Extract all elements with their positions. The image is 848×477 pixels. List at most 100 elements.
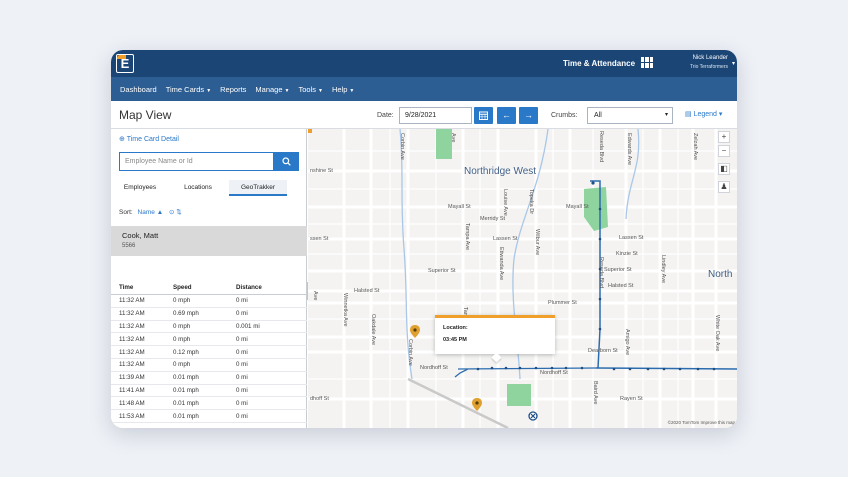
cell-distance: 0.001 mi <box>236 322 260 330</box>
map[interactable]: Northridge West North nshine St Mayall S… <box>308 129 737 428</box>
map-layers-button[interactable]: ◧ <box>718 163 730 175</box>
cell-distance: 0 mi <box>236 374 248 382</box>
sort-label: Sort: <box>119 209 133 216</box>
chevron-down-icon: ▼ <box>317 87 323 94</box>
nav-tools[interactable]: Tools ▼ <box>298 85 322 94</box>
date-field[interactable]: 9/28/2021 <box>399 107 472 124</box>
search-button[interactable] <box>274 152 299 171</box>
nav-time-cards[interactable]: Time Cards ▼ <box>166 85 211 94</box>
chevron-down-icon: ▼ <box>349 87 355 94</box>
layers-icon: ◧ <box>720 164 728 173</box>
map-street-label: Lassen St <box>493 236 518 242</box>
main-nav: Dashboard Time Cards ▼ Reports Manage ▼ To… <box>111 77 737 101</box>
table-row[interactable]: 11:32 AM 0.69 mph 0 mi <box>111 308 307 321</box>
nav-help[interactable]: Help ▼ <box>332 85 354 94</box>
table-row[interactable]: 11:32 AM 0.12 mph 0 mi <box>111 346 307 359</box>
column-time[interactable]: Time <box>111 284 173 291</box>
sort-order-icon[interactable]: ⇅ <box>176 209 181 216</box>
map-attribution[interactable]: ©2020 TomTom Improve this map <box>668 420 735 425</box>
map-area-label: North <box>708 269 733 280</box>
column-distance[interactable]: Distance <box>236 284 307 291</box>
map-street-label: Edwards Ave <box>626 133 632 166</box>
cell-speed: 0 mph <box>173 361 191 369</box>
table-row[interactable]: 11:39 AM 0.01 mph 0 mi <box>111 372 307 385</box>
map-street-label: Lindley Ave <box>660 255 666 284</box>
cell-time: 11:41 AM <box>119 386 145 394</box>
map-street-label: Mayall St <box>566 204 589 210</box>
cell-speed: 0.01 mph <box>173 374 199 382</box>
cell-time: 11:48 AM <box>119 399 145 407</box>
table-row[interactable]: 11:32 AM 0 mph 0 mi <box>111 333 307 347</box>
table-row[interactable]: 11:48 AM 0.01 mph 0 mi <box>111 397 307 411</box>
map-street-label: Etiwanda Ave <box>498 247 504 281</box>
map-street-label: Tampa Ave <box>464 223 470 251</box>
map-street-label: Dearborn St <box>588 348 618 354</box>
time-card-detail-link[interactable]: ⊕ Time Card Detail <box>119 135 179 143</box>
cell-distance: 0 mi <box>236 310 248 318</box>
previous-day-button[interactable]: ← <box>497 107 516 124</box>
calendar-icon <box>479 111 488 120</box>
map-street-label: Halsted St <box>608 283 634 289</box>
cell-time: 11:32 AM <box>119 348 145 356</box>
filter-icon[interactable]: ⊙ <box>169 209 174 216</box>
street-view-button[interactable]: ♟ <box>718 181 730 193</box>
employee-search-input[interactable]: Employee Name or Id <box>119 152 274 171</box>
cell-speed: 0 mph <box>173 335 191 343</box>
apps-grid-icon[interactable] <box>641 57 653 68</box>
table-row[interactable]: 11:32 AM 0 mph 0.001 mi <box>111 321 307 334</box>
crumbs-select[interactable]: All ▾ <box>587 107 673 124</box>
app-logo[interactable]: E <box>116 54 134 73</box>
cell-distance: 0 mi <box>236 335 248 343</box>
cell-time: 11:32 AM <box>119 297 145 305</box>
tab-employees[interactable]: Employees <box>117 180 163 196</box>
table-row[interactable]: 11:32 AM 0 mph 0 mi <box>111 359 307 372</box>
calendar-button[interactable] <box>474 107 493 124</box>
map-street-label: Topeka Dr <box>528 189 534 215</box>
search-icon <box>282 157 291 166</box>
cell-distance: 0 mi <box>236 412 248 420</box>
user-menu-caret-icon[interactable]: ▾ <box>732 60 735 67</box>
employee-row[interactable]: Cook, Matt 5566 <box>111 226 307 256</box>
user-name[interactable]: Nick Leander <box>693 55 728 61</box>
page-title: Map View <box>119 108 172 122</box>
next-day-button[interactable]: → <box>519 107 538 124</box>
person-icon: ♟ <box>720 182 728 191</box>
map-street-label: Lassen St <box>619 235 644 241</box>
zoom-in-button[interactable]: + <box>718 131 730 143</box>
sort-ascending-icon[interactable]: ▲ <box>157 209 163 216</box>
cell-speed: 0 mph <box>173 297 191 305</box>
table-row[interactable]: 11:53 AM 0.01 mph 0 mi <box>111 410 307 423</box>
map-street-label: Zelzah Ave <box>692 133 698 161</box>
map-street-label: Winnetka Ave <box>342 293 348 327</box>
top-bar: E Time & Attendance Nick Leander Trio Te… <box>111 50 737 77</box>
legend-toggle[interactable]: ▤ Legend ▾ <box>685 110 722 118</box>
employee-name: Cook, Matt <box>122 231 159 240</box>
tab-locations[interactable]: Locations <box>173 180 223 196</box>
cell-speed: 0.69 mph <box>173 310 199 318</box>
map-street-label: Superior St <box>604 267 632 273</box>
map-street-label: Oakdale Ave <box>370 314 376 346</box>
chevron-down-icon: ▾ <box>718 111 723 118</box>
nav-manage[interactable]: Manage ▼ <box>255 85 289 94</box>
sort-control: Sort: Name ▲ ⊙ ⇅ <box>119 208 182 216</box>
map-street-label: ssen St <box>310 236 329 242</box>
map-street-label: Kinzie St <box>616 251 638 257</box>
column-speed[interactable]: Speed <box>173 284 236 291</box>
map-street-label: Corbin Ave <box>399 133 405 160</box>
table-row[interactable]: 11:32 AM 0 mph 0 mi <box>111 295 307 308</box>
map-street-label: Wilbur Ave <box>534 229 540 256</box>
popup-time: 03:45 PM <box>443 337 467 343</box>
nav-dashboard[interactable]: Dashboard <box>120 85 157 94</box>
map-street-label: Louise Ave <box>502 189 508 216</box>
date-label: Date: <box>377 112 394 119</box>
map-area-label: Northridge West <box>464 166 537 177</box>
map-street-label: Ave <box>450 133 456 143</box>
user-org: Trio Terraformers <box>689 64 728 70</box>
table-row[interactable]: 11:41 AM 0.01 mph 0 mi <box>111 385 307 398</box>
cell-distance: 0 mi <box>236 348 248 356</box>
cell-time: 11:53 AM <box>119 412 145 420</box>
nav-reports[interactable]: Reports <box>220 85 246 94</box>
sort-field[interactable]: Name <box>138 209 155 216</box>
zoom-out-button[interactable]: − <box>718 145 730 157</box>
tab-geotrakker[interactable]: GeoTrakker <box>229 180 287 196</box>
